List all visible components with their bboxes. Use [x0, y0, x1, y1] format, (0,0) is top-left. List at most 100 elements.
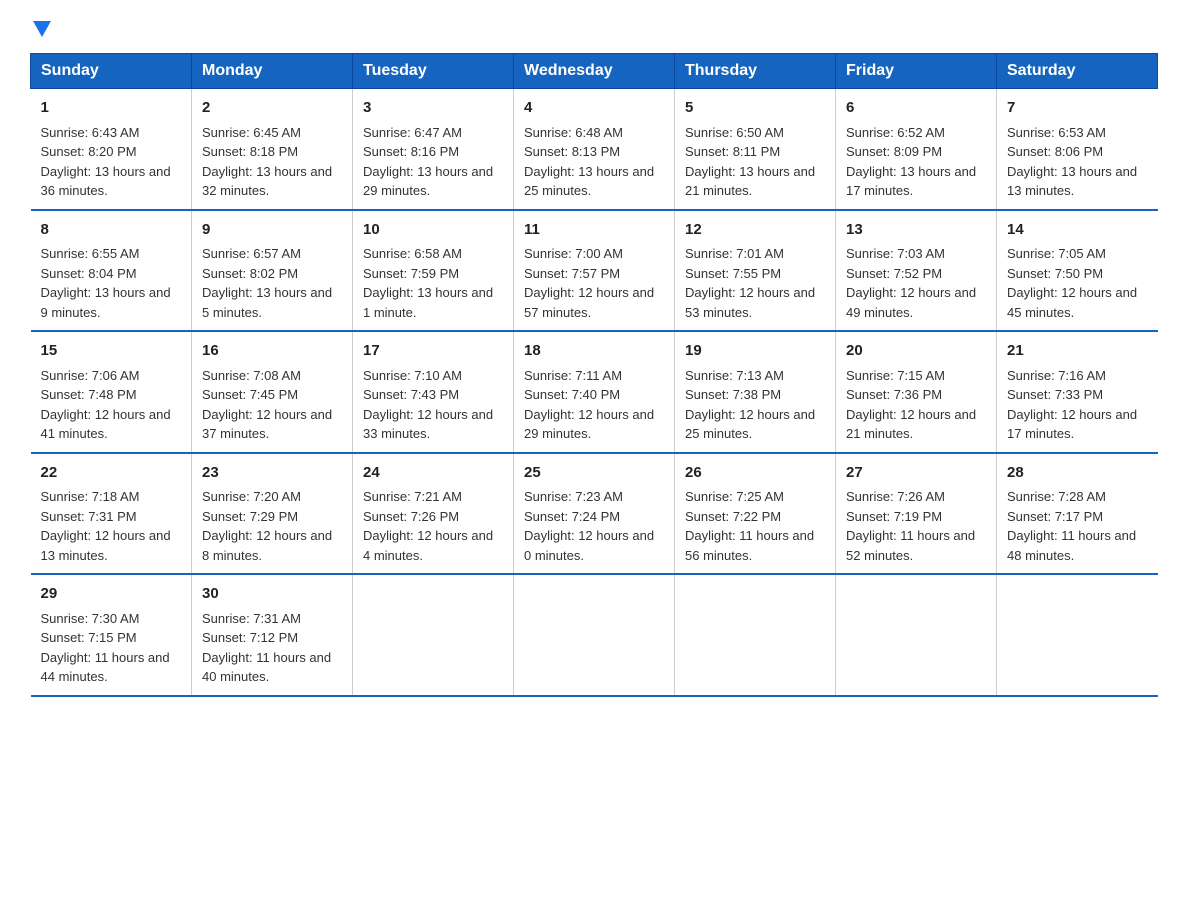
calendar-cell: 21 Sunrise: 7:16 AMSunset: 7:33 PMDayligh…	[997, 331, 1158, 453]
calendar-cell: 12Sunrise: 7:01 AMSunset: 7:55 PMDayligh…	[675, 210, 836, 332]
weekday-header-monday: Monday	[192, 54, 353, 89]
day-number: 25	[524, 462, 664, 485]
calendar-cell: 8Sunrise: 6:55 AMSunset: 8:04 PMDaylight…	[31, 210, 192, 332]
calendar-week-row: 15 Sunrise: 7:06 AMSunset: 7:48 PMDayligh…	[31, 331, 1158, 453]
day-number: 19	[685, 340, 825, 363]
calendar-cell	[675, 574, 836, 696]
day-info: Sunrise: 7:28 AMSunset: 7:17 PMDaylight:…	[1007, 487, 1148, 565]
calendar-cell: 25Sunrise: 7:23 AMSunset: 7:24 PMDayligh…	[514, 453, 675, 575]
day-number: 9	[202, 219, 342, 242]
calendar-cell: 14Sunrise: 7:05 AMSunset: 7:50 PMDayligh…	[997, 210, 1158, 332]
day-info: Sunrise: 7:30 AMSunset: 7:15 PMDaylight:…	[41, 609, 182, 687]
calendar-cell: 6 Sunrise: 6:52 AMSunset: 8:09 PMDaylight…	[836, 89, 997, 210]
day-info: Sunrise: 7:18 AMSunset: 7:31 PMDaylight:…	[41, 487, 182, 565]
calendar-cell: 5 Sunrise: 6:50 AMSunset: 8:11 PMDaylight…	[675, 89, 836, 210]
calendar-week-row: 22Sunrise: 7:18 AMSunset: 7:31 PMDayligh…	[31, 453, 1158, 575]
day-number: 28	[1007, 462, 1148, 485]
day-number: 21	[1007, 340, 1148, 363]
calendar-cell	[353, 574, 514, 696]
day-number: 14	[1007, 219, 1148, 242]
day-info: Sunrise: 6:55 AMSunset: 8:04 PMDaylight:…	[41, 244, 182, 322]
calendar-week-row: 8Sunrise: 6:55 AMSunset: 8:04 PMDaylight…	[31, 210, 1158, 332]
calendar-cell: 27Sunrise: 7:26 AMSunset: 7:19 PMDayligh…	[836, 453, 997, 575]
day-info: Sunrise: 7:25 AMSunset: 7:22 PMDaylight:…	[685, 487, 825, 565]
calendar-cell: 26Sunrise: 7:25 AMSunset: 7:22 PMDayligh…	[675, 453, 836, 575]
calendar-cell: 18 Sunrise: 7:11 AMSunset: 7:40 PMDayligh…	[514, 331, 675, 453]
day-info: Sunrise: 7:03 AMSunset: 7:52 PMDaylight:…	[846, 244, 986, 322]
day-number: 18	[524, 340, 664, 363]
calendar-body: 1 Sunrise: 6:43 AMSunset: 8:20 PMDaylight…	[31, 89, 1158, 696]
day-number: 7	[1007, 97, 1148, 120]
weekday-header-row: SundayMondayTuesdayWednesdayThursdayFrid…	[31, 54, 1158, 89]
day-number: 8	[41, 219, 182, 242]
day-number: 5	[685, 97, 825, 120]
calendar-cell: 13Sunrise: 7:03 AMSunset: 7:52 PMDayligh…	[836, 210, 997, 332]
day-info: Sunrise: 7:13 AMSunset: 7:38 PMDaylight:…	[685, 366, 825, 444]
day-info: Sunrise: 7:23 AMSunset: 7:24 PMDaylight:…	[524, 487, 664, 565]
calendar-cell: 28Sunrise: 7:28 AMSunset: 7:17 PMDayligh…	[997, 453, 1158, 575]
day-info: Sunrise: 7:01 AMSunset: 7:55 PMDaylight:…	[685, 244, 825, 322]
calendar-cell: 22Sunrise: 7:18 AMSunset: 7:31 PMDayligh…	[31, 453, 192, 575]
calendar-cell: 24Sunrise: 7:21 AMSunset: 7:26 PMDayligh…	[353, 453, 514, 575]
calendar-cell: 2Sunrise: 6:45 AMSunset: 8:18 PMDaylight…	[192, 89, 353, 210]
day-number: 17	[363, 340, 503, 363]
calendar-cell: 16Sunrise: 7:08 AMSunset: 7:45 PMDayligh…	[192, 331, 353, 453]
day-info: Sunrise: 7:10 AMSunset: 7:43 PMDaylight:…	[363, 366, 503, 444]
day-number: 6	[846, 97, 986, 120]
day-number: 24	[363, 462, 503, 485]
day-number: 20	[846, 340, 986, 363]
calendar-table: SundayMondayTuesdayWednesdayThursdayFrid…	[30, 53, 1158, 697]
weekday-header-wednesday: Wednesday	[514, 54, 675, 89]
day-info: Sunrise: 6:50 AMSunset: 8:11 PMDaylight:…	[685, 123, 825, 201]
calendar-cell	[836, 574, 997, 696]
day-info: Sunrise: 7:21 AMSunset: 7:26 PMDaylight:…	[363, 487, 503, 565]
day-number: 13	[846, 219, 986, 242]
day-number: 3	[363, 97, 503, 120]
day-number: 1	[41, 97, 182, 120]
day-info: Sunrise: 7:15 AMSunset: 7:36 PMDaylight:…	[846, 366, 986, 444]
calendar-cell: 7 Sunrise: 6:53 AMSunset: 8:06 PMDaylight…	[997, 89, 1158, 210]
day-info: Sunrise: 6:57 AMSunset: 8:02 PMDaylight:…	[202, 244, 342, 322]
logo-arrow-icon	[33, 21, 51, 44]
day-info: Sunrise: 7:31 AMSunset: 7:12 PMDaylight:…	[202, 609, 342, 687]
weekday-header-saturday: Saturday	[997, 54, 1158, 89]
day-number: 15	[41, 340, 182, 363]
day-info: Sunrise: 6:48 AMSunset: 8:13 PMDaylight:…	[524, 123, 664, 201]
day-info: Sunrise: 7:00 AMSunset: 7:57 PMDaylight:…	[524, 244, 664, 322]
day-info: Sunrise: 7:20 AMSunset: 7:29 PMDaylight:…	[202, 487, 342, 565]
calendar-cell: 19 Sunrise: 7:13 AMSunset: 7:38 PMDayligh…	[675, 331, 836, 453]
day-info: Sunrise: 6:47 AMSunset: 8:16 PMDaylight:…	[363, 123, 503, 201]
day-number: 22	[41, 462, 182, 485]
day-info: Sunrise: 6:43 AMSunset: 8:20 PMDaylight:…	[41, 123, 182, 201]
day-info: Sunrise: 6:45 AMSunset: 8:18 PMDaylight:…	[202, 123, 342, 201]
calendar-week-row: 29 Sunrise: 7:30 AMSunset: 7:15 PMDayligh…	[31, 574, 1158, 696]
day-info: Sunrise: 7:16 AMSunset: 7:33 PMDaylight:…	[1007, 366, 1148, 444]
weekday-header-thursday: Thursday	[675, 54, 836, 89]
calendar-cell: 10Sunrise: 6:58 AMSunset: 7:59 PMDayligh…	[353, 210, 514, 332]
day-info: Sunrise: 6:53 AMSunset: 8:06 PMDaylight:…	[1007, 123, 1148, 201]
calendar-cell: 4 Sunrise: 6:48 AMSunset: 8:13 PMDaylight…	[514, 89, 675, 210]
day-info: Sunrise: 7:06 AMSunset: 7:48 PMDaylight:…	[41, 366, 182, 444]
calendar-cell: 9Sunrise: 6:57 AMSunset: 8:02 PMDaylight…	[192, 210, 353, 332]
day-info: Sunrise: 6:52 AMSunset: 8:09 PMDaylight:…	[846, 123, 986, 201]
day-number: 16	[202, 340, 342, 363]
day-number: 12	[685, 219, 825, 242]
calendar-cell: 30Sunrise: 7:31 AMSunset: 7:12 PMDayligh…	[192, 574, 353, 696]
calendar-cell: 1 Sunrise: 6:43 AMSunset: 8:20 PMDaylight…	[31, 89, 192, 210]
day-number: 29	[41, 583, 182, 606]
logo[interactable]	[30, 20, 51, 43]
calendar-cell	[514, 574, 675, 696]
day-info: Sunrise: 7:05 AMSunset: 7:50 PMDaylight:…	[1007, 244, 1148, 322]
calendar-cell: 17 Sunrise: 7:10 AMSunset: 7:43 PMDayligh…	[353, 331, 514, 453]
day-number: 10	[363, 219, 503, 242]
calendar-cell: 20 Sunrise: 7:15 AMSunset: 7:36 PMDayligh…	[836, 331, 997, 453]
weekday-header-friday: Friday	[836, 54, 997, 89]
calendar-cell: 3 Sunrise: 6:47 AMSunset: 8:16 PMDaylight…	[353, 89, 514, 210]
calendar-cell: 23Sunrise: 7:20 AMSunset: 7:29 PMDayligh…	[192, 453, 353, 575]
calendar-cell	[997, 574, 1158, 696]
day-info: Sunrise: 7:11 AMSunset: 7:40 PMDaylight:…	[524, 366, 664, 444]
day-info: Sunrise: 6:58 AMSunset: 7:59 PMDaylight:…	[363, 244, 503, 322]
calendar-cell: 29 Sunrise: 7:30 AMSunset: 7:15 PMDayligh…	[31, 574, 192, 696]
day-number: 4	[524, 97, 664, 120]
day-number: 27	[846, 462, 986, 485]
